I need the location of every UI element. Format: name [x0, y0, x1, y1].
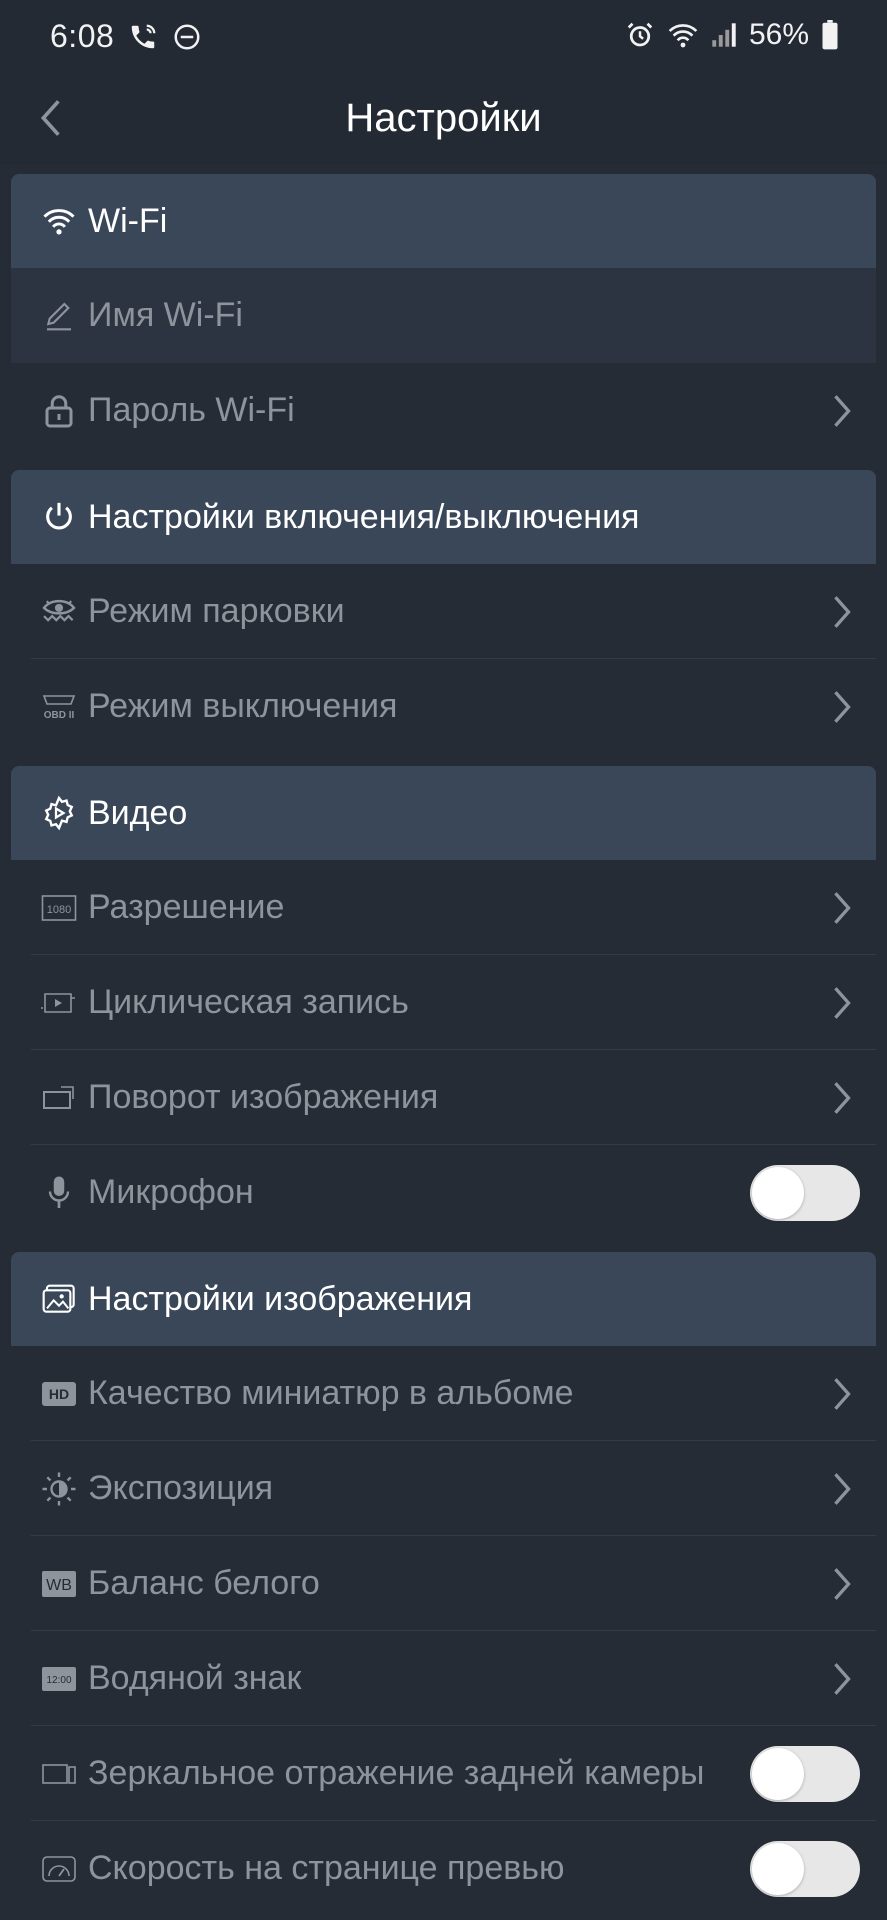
- title-bar: Настройки: [0, 72, 887, 164]
- parking-eye-icon: [31, 584, 87, 640]
- svg-text:WB: WB: [46, 1577, 72, 1594]
- setting-wifi-name[interactable]: Имя Wi-Fi: [11, 268, 876, 363]
- setting-label: Качество миниатюр в альбоме: [88, 1374, 574, 1412]
- wifi-icon: [31, 193, 87, 249]
- rear-camera-mirror-toggle[interactable]: [750, 1745, 860, 1802]
- status-bar: 6:08 56%: [0, 0, 887, 72]
- setting-label: Баланс белого: [88, 1564, 320, 1602]
- setting-label: Экспозиция: [88, 1469, 274, 1507]
- back-button[interactable]: [26, 94, 74, 142]
- section-title: Настройки включения/выключения: [88, 497, 640, 536]
- setting-label: Имя Wi-Fi: [88, 296, 243, 334]
- battery-percent: 56%: [748, 18, 809, 51]
- chevron-right-icon: [822, 383, 862, 439]
- setting-label: Режим выключения: [88, 687, 398, 725]
- obd-icon: OBD II: [31, 679, 87, 735]
- setting-watermark[interactable]: 12:00 Водяной знак: [11, 1631, 876, 1726]
- resolution-icon: 1080: [31, 880, 87, 936]
- hd-icon: HD: [31, 1366, 87, 1422]
- gear-icon: [31, 785, 87, 841]
- section-header-image: Настройки изображения: [11, 1252, 876, 1346]
- svg-text:OBD II: OBD II: [44, 710, 75, 721]
- chevron-right-icon: [822, 1461, 862, 1517]
- setting-image-rotation[interactable]: Поворот изображения: [11, 1050, 876, 1145]
- section-header-wifi: Wi-Fi: [11, 174, 876, 268]
- setting-label: Циклическая запись: [88, 983, 409, 1021]
- chevron-right-icon: [822, 679, 862, 735]
- setting-label: Зеркальное отражение задней камеры: [88, 1754, 705, 1792]
- toggle-knob: [752, 1166, 804, 1219]
- setting-label: Режим парковки: [88, 592, 345, 630]
- toggle-knob: [752, 1747, 804, 1800]
- power-icon: [31, 489, 87, 545]
- section-title: Настройки изображения: [88, 1279, 473, 1318]
- pencil-icon: [31, 288, 87, 344]
- chevron-right-icon: [822, 1366, 862, 1422]
- lock-icon: [31, 383, 87, 439]
- setting-label: Пароль Wi-Fi: [88, 391, 295, 429]
- speedometer-icon: [31, 1841, 87, 1897]
- microphone-icon: [31, 1165, 87, 1221]
- do-not-disturb-icon: [172, 22, 202, 52]
- chevron-left-icon: [37, 98, 63, 138]
- chevron-right-icon: [822, 975, 862, 1031]
- alarm-icon: [625, 20, 655, 50]
- mirror-icon: [31, 1746, 87, 1802]
- image-settings-icon: [31, 1271, 87, 1327]
- preview-speed-toggle[interactable]: [750, 1840, 860, 1897]
- setting-loop-recording[interactable]: Циклическая запись: [11, 955, 876, 1050]
- loop-record-icon: [31, 975, 87, 1031]
- chevron-right-icon: [822, 1070, 862, 1126]
- svg-text:HD: HD: [49, 1386, 69, 1402]
- setting-rear-camera-mirror: Зеркальное отражение задней камеры: [11, 1726, 876, 1821]
- setting-resolution[interactable]: 1080 Разрешение: [11, 860, 876, 955]
- chevron-right-icon: [822, 880, 862, 936]
- setting-wifi-password[interactable]: Пароль Wi-Fi: [11, 363, 876, 458]
- exposure-icon: [31, 1461, 87, 1517]
- svg-text:1080: 1080: [47, 904, 71, 916]
- status-time: 6:08: [50, 18, 115, 54]
- microphone-toggle[interactable]: [750, 1164, 860, 1221]
- wifi-icon: [667, 20, 699, 50]
- section-header-power: Настройки включения/выключения: [11, 470, 876, 564]
- chevron-right-icon: [822, 584, 862, 640]
- page-title: Настройки: [345, 95, 542, 140]
- rotate-icon: [31, 1070, 87, 1126]
- setting-exposure[interactable]: Экспозиция: [11, 1441, 876, 1536]
- wb-icon: WB: [31, 1556, 87, 1612]
- setting-label: Скорость на странице превью: [88, 1849, 565, 1887]
- settings-list: Wi-Fi Имя Wi-Fi Пароль Wi-Fi Настройки в…: [0, 164, 887, 1920]
- setting-label: Разрешение: [88, 888, 285, 926]
- setting-shutdown-mode[interactable]: OBD II Режим выключения: [11, 659, 876, 754]
- toggle-knob: [752, 1842, 804, 1895]
- section-header-video: Видео: [11, 766, 876, 860]
- setting-thumbnail-quality[interactable]: HD Качество миниатюр в альбоме: [11, 1346, 876, 1441]
- phone-call-icon: [128, 22, 158, 52]
- battery-icon: [821, 20, 839, 50]
- setting-label: Микрофон: [88, 1173, 254, 1211]
- setting-label: Водяной знак: [88, 1659, 302, 1697]
- setting-white-balance[interactable]: WB Баланс белого: [11, 1536, 876, 1631]
- setting-label: Поворот изображения: [88, 1078, 439, 1116]
- watermark-icon: 12:00: [31, 1651, 87, 1707]
- signal-icon: [711, 20, 737, 50]
- svg-text:12:00: 12:00: [46, 1675, 71, 1686]
- setting-preview-speed: Скорость на странице превью: [11, 1821, 876, 1916]
- setting-microphone: Микрофон: [11, 1145, 876, 1240]
- chevron-right-icon: [822, 1651, 862, 1707]
- section-title: Wi-Fi: [88, 201, 168, 240]
- section-title: Видео: [88, 793, 188, 832]
- chevron-right-icon: [822, 1556, 862, 1612]
- setting-parking-mode[interactable]: Режим парковки: [11, 564, 876, 659]
